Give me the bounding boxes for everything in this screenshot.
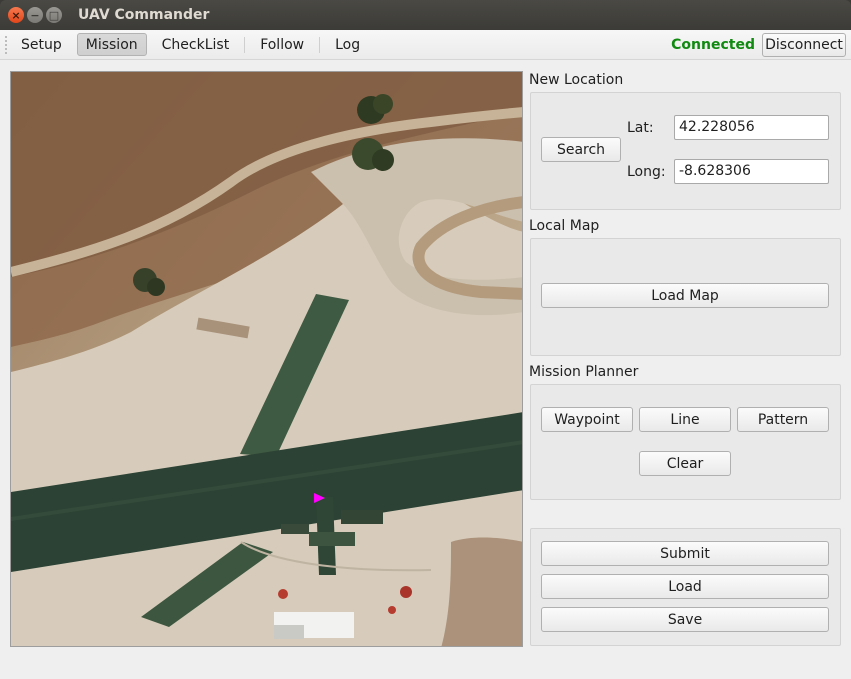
line-button[interactable]: Line xyxy=(639,407,731,432)
tab-bar: Setup Mission CheckList Follow Log Conne… xyxy=(0,30,851,60)
maximize-icon[interactable]: □ xyxy=(46,7,62,23)
save-button[interactable]: Save xyxy=(541,607,829,632)
window-title: UAV Commander xyxy=(78,7,210,23)
minimize-icon[interactable]: − xyxy=(27,7,43,23)
long-label: Long: xyxy=(627,164,666,180)
tab-separator xyxy=(244,36,246,53)
load-map-button[interactable]: Load Map xyxy=(541,283,829,308)
title-bar: × − □ UAV Commander xyxy=(0,0,851,30)
new-location-title: New Location xyxy=(529,72,624,88)
search-button[interactable]: Search xyxy=(541,137,621,162)
disconnect-button[interactable]: Disconnect xyxy=(762,33,846,57)
mission-planner-title: Mission Planner xyxy=(529,364,639,380)
tab-separator xyxy=(319,36,321,53)
local-map-title: Local Map xyxy=(529,218,600,234)
close-icon[interactable]: × xyxy=(8,7,24,23)
submit-button[interactable]: Submit xyxy=(541,541,829,566)
tab-mission[interactable]: Mission xyxy=(76,33,147,56)
clear-button[interactable]: Clear xyxy=(639,451,731,476)
tab-follow[interactable]: Follow xyxy=(251,33,313,56)
long-input[interactable]: -8.628306 xyxy=(674,159,829,184)
main-window: Setup Mission CheckList Follow Log Conne… xyxy=(0,30,851,679)
uav-marker-icon[interactable] xyxy=(314,493,325,503)
pattern-button[interactable]: Pattern xyxy=(737,407,829,432)
tab-setup[interactable]: Setup xyxy=(12,33,71,56)
lat-input[interactable]: 42.228056 xyxy=(674,115,829,140)
load-button[interactable]: Load xyxy=(541,574,829,599)
map-view[interactable] xyxy=(10,71,523,647)
tab-checklist[interactable]: CheckList xyxy=(153,33,239,56)
waypoint-button[interactable]: Waypoint xyxy=(541,407,633,432)
lat-label: Lat: xyxy=(627,120,654,136)
connection-status: Connected xyxy=(671,37,755,53)
satellite-map-image xyxy=(11,72,522,646)
mission-planner-group xyxy=(530,384,841,500)
tab-log[interactable]: Log xyxy=(326,33,369,56)
toolbar-grip[interactable] xyxy=(4,34,8,55)
